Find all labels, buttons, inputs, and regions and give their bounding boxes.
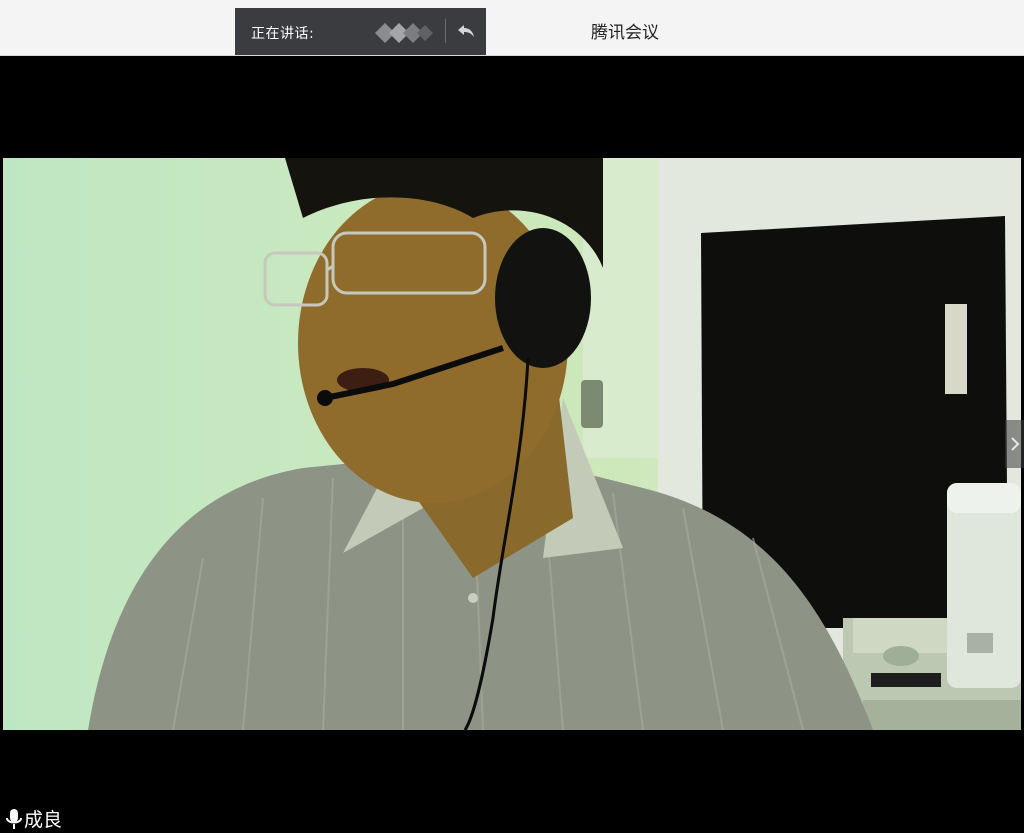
reply-arrow-icon — [458, 25, 474, 37]
chevron-right-icon — [1010, 437, 1019, 451]
speaker-avatars — [375, 23, 433, 43]
speaking-indicator: 正在讲话: — [235, 8, 486, 55]
video-scene — [88, 158, 1021, 730]
app-title: 腾讯会议 — [591, 23, 659, 43]
video-area — [3, 56, 1024, 833]
speaking-label: 正在讲话: — [251, 26, 315, 42]
microphone-icon — [6, 808, 22, 829]
divider — [445, 19, 446, 43]
title-bar: 正在讲话: 腾讯会议 — [0, 0, 1024, 56]
participant-name: 成良 — [24, 809, 63, 831]
participant-video — [3, 158, 1021, 730]
next-page-button[interactable] — [1005, 420, 1024, 468]
participant-label: 成良 — [6, 805, 62, 832]
back-button[interactable] — [451, 16, 481, 46]
